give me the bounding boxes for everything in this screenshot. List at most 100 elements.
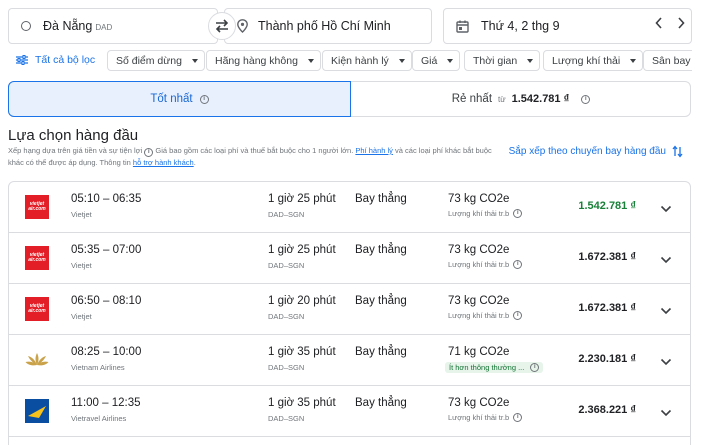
flight-row[interactable]: 11:00 – 12:35 Vietravel Airlines 1 giờ 3… (9, 386, 690, 437)
all-filters-button[interactable]: Tất cả bộ lọc (16, 54, 95, 66)
vietjet-logo-icon: vietjet air.com (25, 246, 49, 270)
emissions-note: Lượng khí thải tr.b (448, 260, 510, 269)
flight-row[interactable]: vietjet air.com 05:10 – 06:35 Vietjet 1 g… (9, 182, 690, 233)
info-icon[interactable]: i (513, 413, 523, 422)
chevron-down-icon (398, 58, 405, 63)
info-icon[interactable]: i (513, 209, 523, 218)
date-field[interactable]: Thứ 4, 2 thg 9 (443, 8, 692, 44)
date-value: Thứ 4, 2 thg 9 (481, 19, 560, 33)
airline-name: Vietjet (71, 312, 92, 321)
expand-button[interactable] (660, 353, 672, 371)
info-icon[interactable]: i (199, 94, 209, 104)
chevron-right-icon[interactable] (677, 17, 685, 29)
sort-label: Sắp xếp theo chuyến bay hàng đầu (508, 146, 666, 157)
flight-times: 05:10 – 06:35 (71, 193, 142, 205)
filter-chip-airlines[interactable]: Hãng hàng không (206, 50, 321, 71)
emissions-badge: Ít hơn thông thường ... i (445, 362, 544, 373)
all-filters-label: Tất cả bộ lọc (35, 54, 96, 66)
flight-duration: 1 giờ 20 phút (268, 295, 336, 307)
swap-button[interactable] (208, 12, 236, 40)
flight-price: 2.230.181 ₫ (578, 353, 636, 365)
flight-times: 05:35 – 07:00 (71, 244, 142, 256)
flight-emissions: 71 kg CO2e (448, 346, 510, 358)
filter-chip-airports[interactable]: Sân bay n (643, 50, 692, 71)
info-icon[interactable]: i (581, 94, 591, 104)
location-pin-icon (237, 19, 248, 33)
flight-stops: Bay thẳng (355, 397, 407, 409)
info-icon[interactable]: i (513, 311, 523, 320)
flight-duration: 1 giờ 35 phút (268, 397, 336, 409)
info-icon[interactable]: i (530, 363, 540, 372)
chip-label: Kiện hành lý (331, 54, 389, 67)
emissions-note: Ít hơn thông thường ... (449, 363, 525, 372)
flight-price: 1.542.781 ₫ (578, 200, 636, 212)
flight-row[interactable]: 08:25 – 10:00 Vietnam Airlines 1 giờ 35 … (9, 335, 690, 386)
chip-label: Thời gian (473, 54, 518, 67)
filter-chip-baggage[interactable]: Kiện hành lý (322, 50, 412, 71)
flight-stops: Bay thẳng (355, 244, 407, 256)
tab-best[interactable]: Tốt nhất i (8, 81, 351, 117)
chevron-down-icon (307, 58, 314, 63)
filter-chip-time[interactable]: Thời gian (464, 50, 541, 71)
flight-price: 2.368.221 ₫ (578, 404, 636, 416)
filters-row: Tất cả bộ lọc Số điểm dừng Hãng hàng khô… (8, 50, 692, 72)
chip-label: Sân bay n (652, 54, 692, 67)
flight-row[interactable]: vietjet air.com 05:35 – 07:00 Vietjet 1 g… (9, 233, 690, 284)
airline-name: Vietjet (71, 261, 92, 270)
airline-name: Vietravel Airlines (71, 414, 127, 423)
info-icon[interactable]: i (513, 260, 523, 269)
tab-cheapest[interactable]: Rẻ nhất từ 1.542.781 ₫ i (352, 82, 690, 116)
flight-emissions: 73 kg CO2e (448, 397, 510, 409)
tab-cheapest-label: Rẻ nhất (451, 93, 493, 105)
chip-label: Số điểm dừng (116, 54, 182, 67)
filter-chip-emissions[interactable]: Lượng khí thải (543, 50, 644, 71)
info-icon[interactable]: i (144, 147, 154, 157)
chevron-down-icon (660, 358, 672, 366)
emissions-note-row: Lượng khí thải tr.b i (448, 311, 523, 320)
chevron-down-icon (447, 58, 454, 63)
chevron-down-icon (660, 307, 672, 315)
flight-times: 08:25 – 10:00 (71, 346, 142, 358)
flight-route: DAD–SGN (268, 261, 305, 270)
flight-times: 11:00 – 12:35 (71, 397, 141, 409)
chip-label: Giá (421, 54, 438, 67)
filter-chip-stops[interactable]: Số điểm dừng (107, 50, 205, 71)
emissions-note: Lượng khí thải tr.b (448, 413, 510, 422)
sort-button[interactable]: Sắp xếp theo chuyến bay hàng đầu (509, 145, 683, 158)
flight-duration: 1 giờ 25 phút (268, 193, 336, 205)
tab-best-label: Tốt nhất (150, 93, 193, 105)
emissions-note-row: Lượng khí thải tr.b i (448, 413, 523, 422)
flight-price: 1.672.381 ₫ (578, 302, 636, 314)
destination-value: Thành phố Hồ Chí Minh (258, 19, 391, 33)
passenger-assistance-link[interactable]: hỗ trợ hành khách (133, 158, 194, 167)
chip-label: Hãng hàng không (215, 54, 298, 67)
flight-duration: 1 giờ 25 phút (268, 244, 336, 256)
tune-icon (16, 55, 28, 65)
chip-label: Lượng khí thải (552, 54, 621, 67)
emissions-note: Lượng khí thải tr.b (448, 311, 510, 320)
chevron-down-icon (660, 409, 672, 417)
expand-button[interactable] (660, 200, 672, 218)
origin-field[interactable]: Đà Nẵng DAD (8, 8, 218, 44)
flight-emissions: 73 kg CO2e (448, 193, 510, 205)
flight-stops: Bay thẳng (355, 295, 407, 307)
flight-route: DAD–SGN (268, 363, 305, 372)
flight-row[interactable]: vietjet air.com 06:50 – 08:10 Vietjet 1 g… (9, 284, 690, 335)
chevron-left-icon[interactable] (655, 17, 663, 29)
flight-route: DAD–SGN (268, 414, 305, 423)
vietnam-airlines-logo-icon (25, 348, 49, 372)
flight-stops: Bay thẳng (355, 193, 407, 205)
search-row: Đà Nẵng DAD Thành phố Hồ Chí Minh Thứ 4,… (8, 8, 692, 44)
flight-duration: 1 giờ 35 phút (268, 346, 336, 358)
baggage-fees-link[interactable]: Phí hành lý (355, 146, 393, 155)
flight-stops: Bay thẳng (355, 346, 407, 358)
expand-button[interactable] (660, 251, 672, 269)
expand-button[interactable] (660, 302, 672, 320)
filter-chip-price[interactable]: Giá (412, 50, 461, 71)
tab-cheapest-from: từ (498, 94, 506, 104)
destination-field[interactable]: Thành phố Hồ Chí Minh (224, 8, 432, 44)
section-description: Xếp hạng dựa trên giá tiền và sự tiện lợ… (8, 146, 492, 167)
expand-button[interactable] (660, 404, 672, 422)
emissions-note-row: Lượng khí thải tr.b i (448, 209, 523, 218)
flight-price: 1.672.381 ₫ (578, 251, 636, 263)
